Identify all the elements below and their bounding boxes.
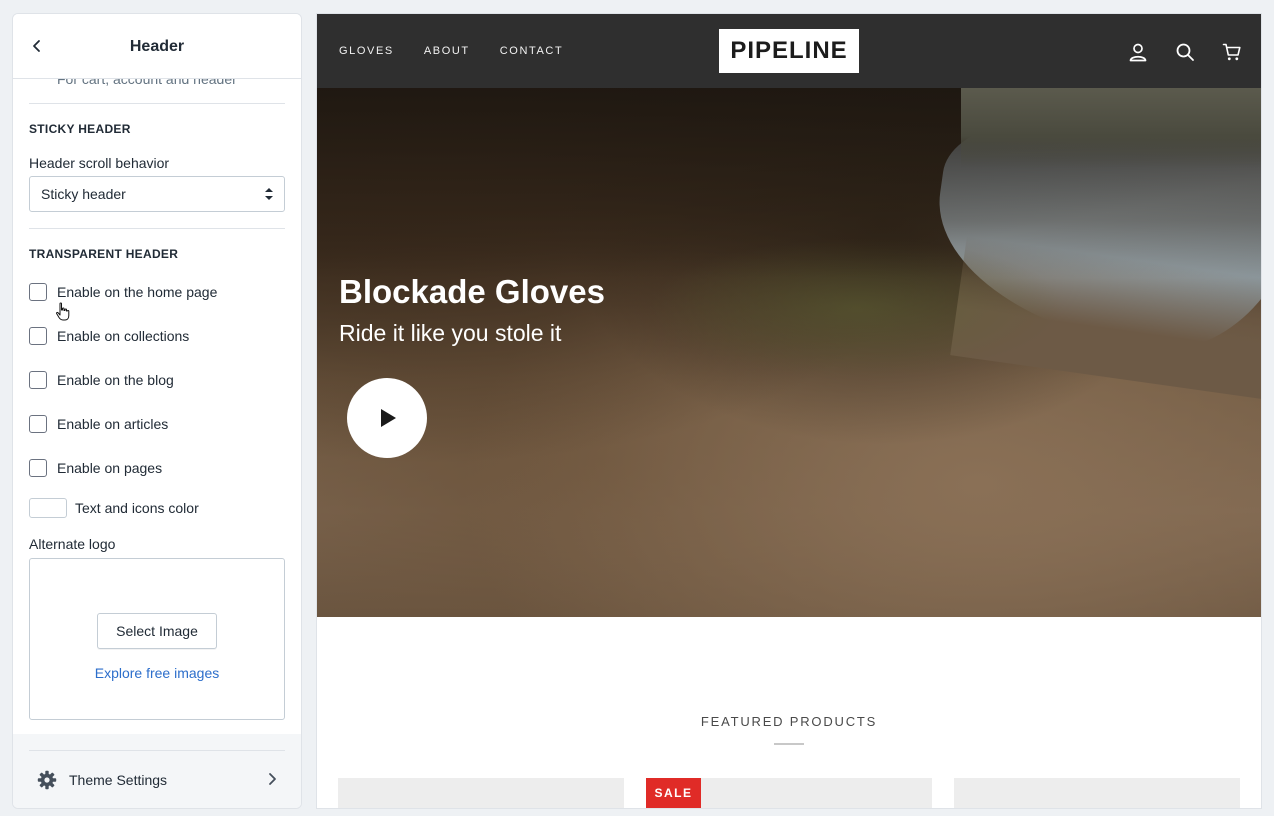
hero-hills [961,88,1261,168]
play-icon [381,409,396,427]
featured-products-heading: FEATURED PRODUCTS [700,714,878,729]
panel-header: Header [13,14,301,79]
checkbox-label: Enable on pages [57,460,163,476]
play-button[interactable] [347,378,427,458]
checkbox[interactable] [29,327,47,345]
checkbox[interactable] [29,459,47,477]
checkbox-pages[interactable]: Enable on pages [29,458,162,478]
checkbox-articles[interactable]: Enable on articles [29,414,168,434]
panel-body[interactable]: For cart, account and header STICKY HEAD… [13,79,301,734]
pointer-hand-icon [56,302,70,321]
sticky-header-heading: STICKY HEADER [29,122,131,136]
theme-settings-button[interactable]: Theme Settings [37,768,277,792]
product-card[interactable] [954,778,1240,808]
nav-item-contact[interactable]: CONTACT [500,45,564,57]
theme-editor-panel: Header For cart, account and header STIC… [12,13,302,809]
heading-underline [774,743,804,745]
divider [29,103,285,104]
store-logo[interactable]: PIPELINE [719,29,859,73]
scroll-behavior-label: Header scroll behavior [29,155,170,171]
search-icon[interactable] [1174,41,1196,63]
nav-item-about[interactable]: ABOUT [424,45,470,57]
scroll-behavior-value: Sticky header [41,186,126,202]
account-icon[interactable] [1127,41,1149,63]
sale-badge: SALE [646,778,701,808]
gear-icon [37,770,57,790]
checkbox-label: Enable on collections [57,328,190,344]
checkbox-collections[interactable]: Enable on collections [29,326,189,346]
panel-title: Header [129,38,185,55]
checkbox-label: Enable on the home page [57,284,218,300]
select-arrows-icon [265,188,273,200]
color-swatch[interactable] [29,498,67,518]
checkbox-label: Enable on articles [57,416,169,432]
color-scheme-description: For cart, account and header [57,79,237,87]
main-nav: GLOVES ABOUT CONTACT [339,45,593,57]
scroll-behavior-select[interactable]: Sticky header [29,176,285,212]
hero-subtitle: Ride it like you stole it [339,320,562,346]
checkbox[interactable] [29,371,47,389]
theme-settings-label: Theme Settings [69,772,168,788]
text-icons-color-setting[interactable]: Text and icons color [29,498,199,518]
checkbox[interactable] [29,415,47,433]
transparent-header-heading: TRANSPARENT HEADER [29,247,179,261]
checkbox[interactable] [29,283,47,301]
chevron-right-icon [269,773,276,785]
divider [29,228,285,229]
product-card[interactable] [338,778,624,808]
select-image-button[interactable]: Select Image [97,613,217,649]
store-preview: GLOVES ABOUT CONTACT PIPELINE Blockade G… [316,13,1262,809]
nav-item-gloves[interactable]: GLOVES [339,45,394,57]
image-picker: Select Image Explore free images [29,558,285,720]
store-header: GLOVES ABOUT CONTACT PIPELINE [317,14,1261,88]
panel-footer: Theme Settings [13,734,301,808]
divider [29,750,285,751]
checkbox-home-page[interactable]: Enable on the home page [29,282,217,302]
hero-title: Blockade Gloves [339,273,605,310]
checkbox-blog[interactable]: Enable on the blog [29,370,174,390]
alternate-logo-label: Alternate logo [29,536,116,552]
color-label: Text and icons color [75,500,199,516]
explore-free-images-link[interactable]: Explore free images [30,665,284,681]
cart-icon[interactable] [1221,41,1243,63]
checkbox-label: Enable on the blog [57,372,174,388]
hero-video: Blockade Gloves Ride it like you stole i… [317,88,1261,617]
header-icons [1102,41,1243,63]
